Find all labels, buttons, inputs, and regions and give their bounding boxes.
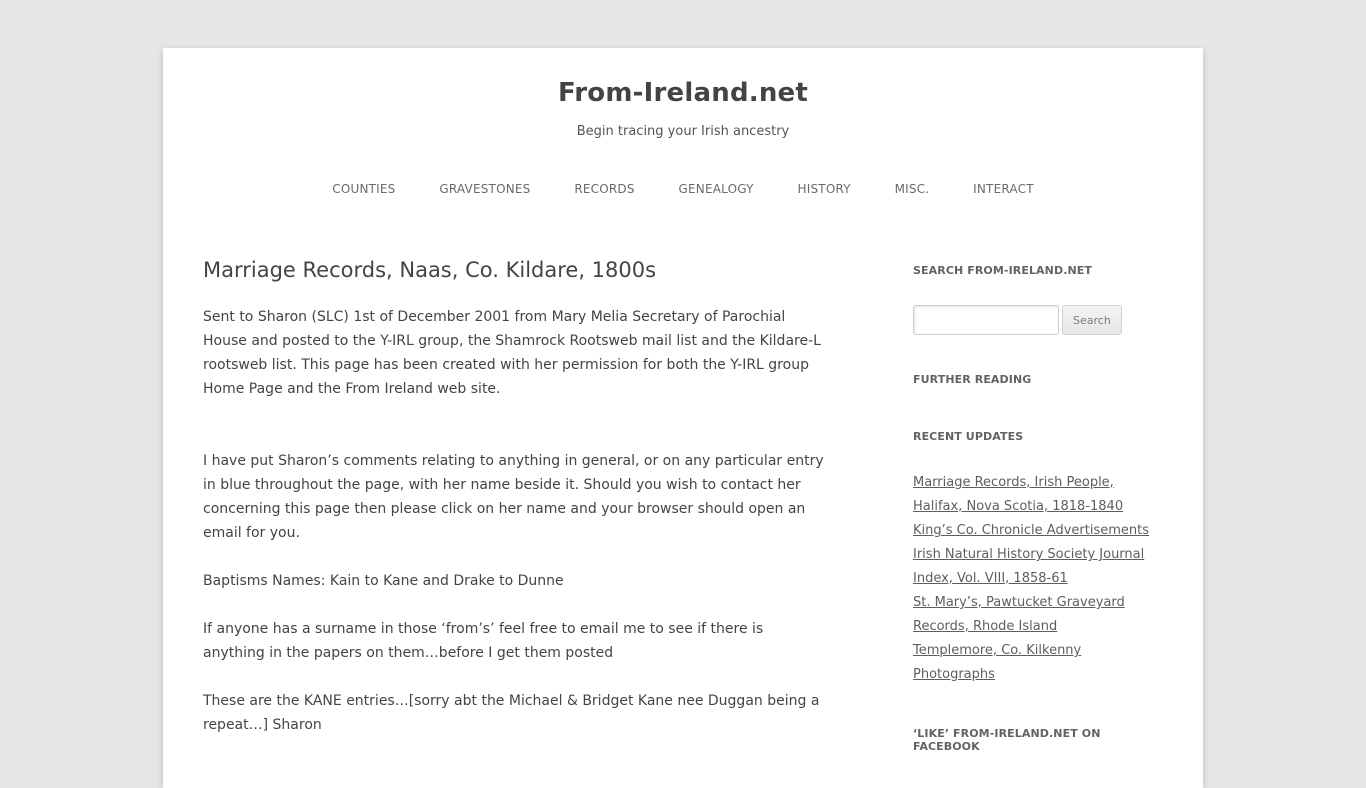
post-paragraph: I have put Sharon’s comments relating to… bbox=[203, 453, 824, 542]
search-input[interactable] bbox=[913, 305, 1059, 335]
search-form: Search bbox=[913, 305, 1163, 335]
list-item: Templemore, Co. Kilkenny Photographs bbox=[913, 639, 1163, 687]
recent-update-link[interactable]: King’s Co. Chronicle Advertisements bbox=[913, 523, 1149, 538]
recent-update-link[interactable]: Templemore, Co. Kilkenny Photographs bbox=[913, 643, 1081, 682]
list-item: St. Mary’s, Pawtucket Graveyard Records,… bbox=[913, 591, 1163, 639]
recent-updates-list: Marriage Records, Irish People, Halifax,… bbox=[913, 471, 1163, 687]
sidebar: SEARCH FROM-IRELAND.NET Search FURTHER R… bbox=[913, 264, 1163, 753]
further-reading-title: FURTHER READING bbox=[913, 373, 1032, 386]
recent-updates-title: RECENT UPDATES bbox=[913, 430, 1024, 443]
main-navigation: COUNTIES GRAVESTONES RECORDS GENEALOGY H… bbox=[163, 182, 1203, 196]
list-item: Irish Natural History Society Journal In… bbox=[913, 543, 1163, 591]
list-item: King’s Co. Chronicle Advertisements bbox=[913, 519, 1163, 543]
search-widget-title: SEARCH FROM-IRELAND.NET bbox=[913, 264, 1093, 277]
nav-item-counties[interactable]: COUNTIES bbox=[332, 182, 395, 196]
nav-item-interact[interactable]: INTERACT bbox=[973, 182, 1034, 196]
nav-item-genealogy[interactable]: GENEALOGY bbox=[679, 182, 754, 196]
page-container: From-Ireland.net Begin tracing your Iris… bbox=[163, 48, 1203, 788]
facebook-widget-title: ‘LIKE’ FROM-IRELAND.NET ON FACEBOOK bbox=[913, 727, 1101, 753]
nav-item-records[interactable]: RECORDS bbox=[574, 182, 634, 196]
recent-update-link[interactable]: Irish Natural History Society Journal In… bbox=[913, 547, 1144, 586]
nav-item-gravestones[interactable]: GRAVESTONES bbox=[439, 182, 530, 196]
nav-item-misc[interactable]: MISC. bbox=[895, 182, 930, 196]
post-paragraph: If anyone has a surname in those ‘from’s… bbox=[203, 621, 764, 662]
post-paragraph: Sent to Sharon (SLC) 1st of December 200… bbox=[203, 309, 821, 398]
site-tagline: Begin tracing your Irish ancestry bbox=[576, 124, 790, 139]
nav-item-history[interactable]: HISTORY bbox=[798, 182, 851, 196]
post-title: Marriage Records, Naas, Co. Kildare, 180… bbox=[203, 258, 657, 282]
recent-update-link[interactable]: Marriage Records, Irish People, Halifax,… bbox=[913, 475, 1123, 514]
site-title[interactable]: From-Ireland.net bbox=[163, 78, 1203, 108]
main-content: Marriage Records, Naas, Co. Kildare, 180… bbox=[203, 258, 828, 761]
search-button[interactable]: Search bbox=[1062, 305, 1122, 335]
list-item: Marriage Records, Irish People, Halifax,… bbox=[913, 471, 1163, 519]
recent-update-link[interactable]: St. Mary’s, Pawtucket Graveyard Records,… bbox=[913, 595, 1125, 634]
post-paragraph: These are the KANE entries…[sorry abt th… bbox=[203, 693, 820, 734]
post-paragraph: Baptisms Names: Kain to Kane and Drake t… bbox=[203, 573, 564, 590]
